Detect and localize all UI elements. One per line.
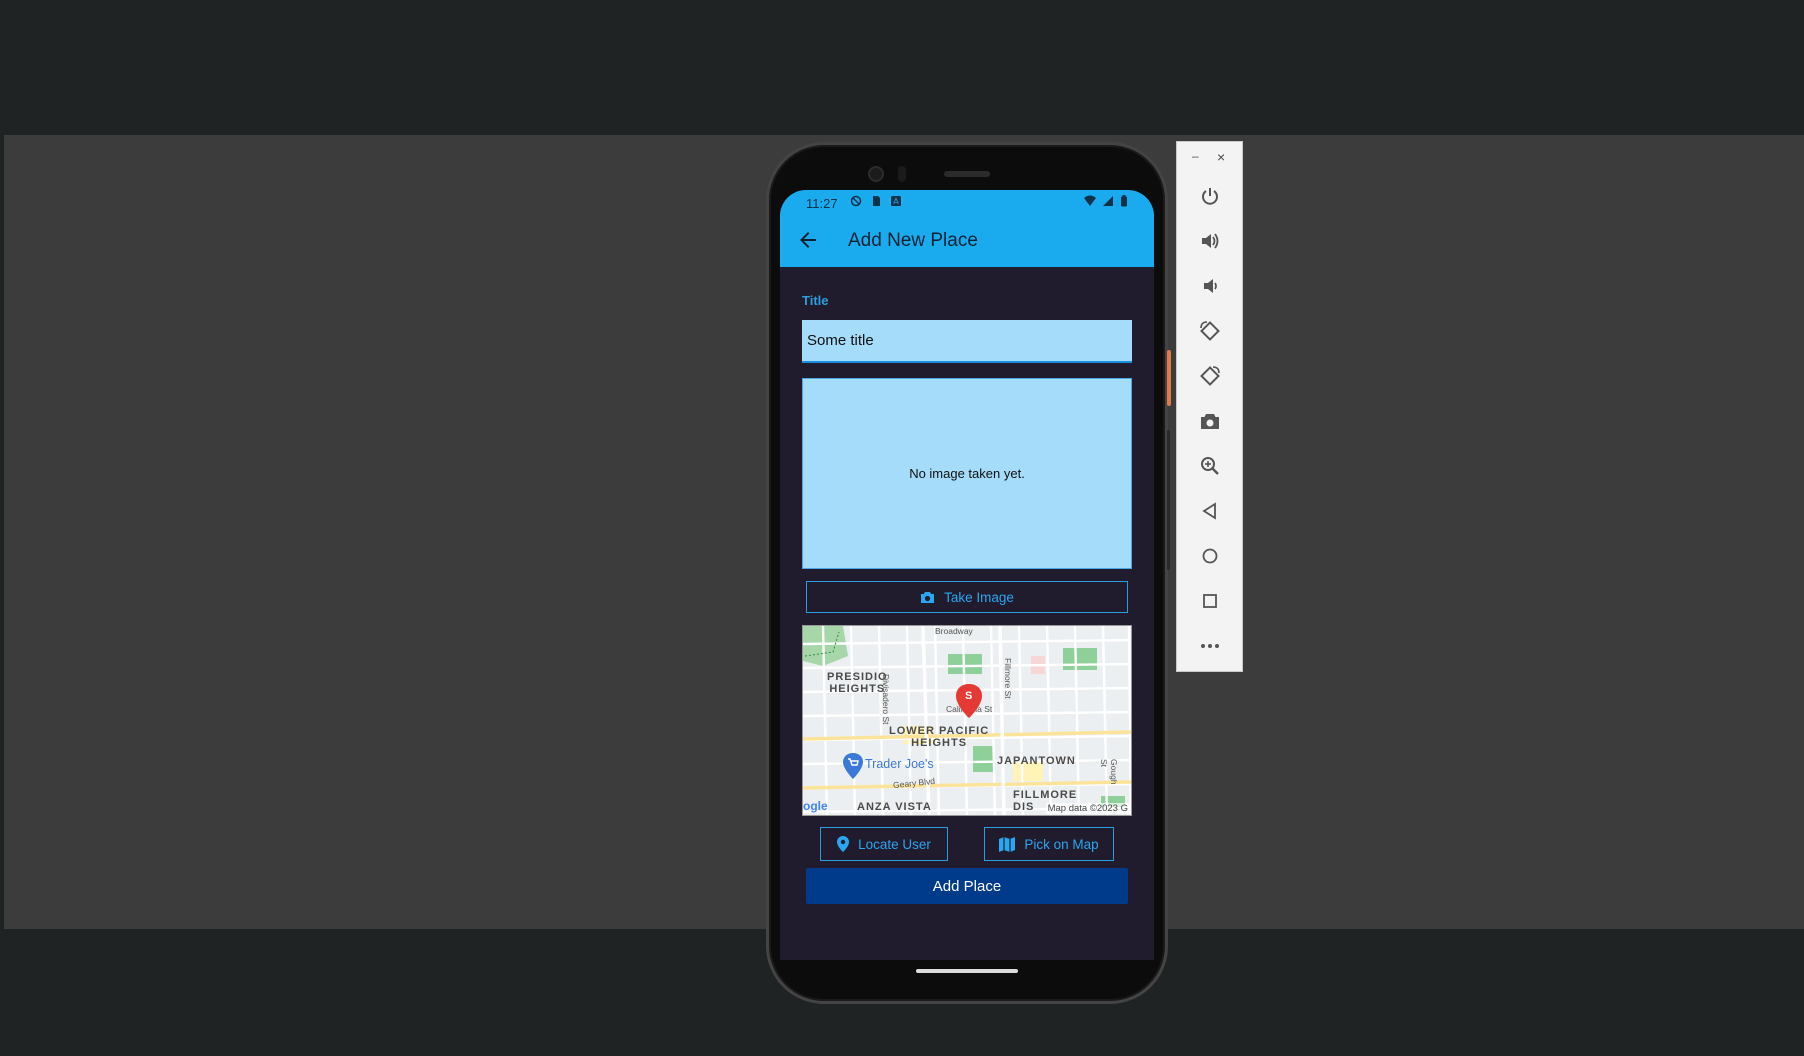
map-poi-trader-joes: Trader Joe's [865, 757, 934, 771]
more-icon [1201, 644, 1219, 648]
phone-power-button [1167, 350, 1171, 406]
proximity-sensor [898, 166, 906, 182]
shopping-pin-icon [843, 753, 863, 779]
map-streets [803, 626, 1131, 815]
phone-screen: 11:27 A Add New Place Title No image tak… [780, 190, 1154, 960]
camera-icon [921, 591, 935, 603]
a-icon: A [891, 196, 901, 206]
earpiece-speaker [944, 171, 990, 177]
power-button[interactable] [1197, 183, 1223, 209]
sd-card-icon [873, 196, 880, 206]
map-label-lower-pacific-heights: LOWER PACIFIC HEIGHTS [889, 725, 990, 749]
nav-overview-button[interactable] [1197, 588, 1223, 614]
status-time: 11:27 [806, 196, 838, 211]
volume-down-icon [1204, 279, 1217, 293]
title-input[interactable] [802, 320, 1132, 363]
map-attribution: Map data ©2023 G [1045, 803, 1130, 814]
location-pin-icon [837, 836, 850, 852]
page-title: Add New Place [848, 230, 978, 251]
google-logo: ogle [803, 799, 828, 813]
signal-icon [1103, 196, 1113, 206]
take-image-button[interactable]: Take Image [806, 581, 1128, 613]
minimize-button[interactable]: – [1192, 149, 1199, 163]
add-place-button[interactable]: Add Place [806, 868, 1128, 904]
volume-up-icon [1202, 233, 1219, 249]
map-label-presidio-heights: PRESIDIO HEIGHTS [827, 671, 888, 695]
volume-up-button[interactable] [1197, 228, 1223, 254]
back-arrow-icon[interactable] [796, 228, 820, 252]
map-street-broadway: Broadway [935, 626, 973, 636]
screenshot-button[interactable] [1197, 408, 1223, 434]
map-label-japantown: JAPANTOWN [997, 755, 1076, 767]
battery-icon [1121, 195, 1127, 207]
close-button[interactable]: × [1217, 149, 1225, 165]
title-field-label: Title [802, 293, 829, 308]
location-map-preview[interactable]: Broadway Divisadero St Fillmore St Calif… [802, 625, 1132, 816]
volume-down-button[interactable] [1197, 273, 1223, 299]
back-icon [1202, 502, 1216, 520]
map-marker-label: S [965, 690, 973, 702]
locate-user-label: Locate User [858, 836, 931, 852]
rotate-right-icon [1200, 366, 1220, 386]
rotate-right-button[interactable] [1197, 363, 1223, 389]
image-placeholder-text: No image taken yet. [909, 466, 1025, 481]
gesture-home-bar[interactable] [916, 969, 1018, 973]
shield-icon [850, 195, 862, 207]
map-icon [999, 836, 1016, 852]
image-preview: No image taken yet. [802, 378, 1132, 569]
map-street-gough: Gough St [1099, 759, 1119, 785]
take-image-label: Take Image [944, 589, 1014, 605]
rotate-left-icon [1200, 321, 1220, 341]
power-icon [1202, 188, 1218, 205]
emulator-toolbar: – × [1176, 141, 1243, 672]
phone-volume-button [1167, 430, 1170, 570]
app-bar: 11:27 A Add New Place [780, 190, 1154, 267]
overview-icon [1203, 594, 1217, 608]
status-bar: 11:27 A [780, 190, 1154, 214]
nav-back-button[interactable] [1197, 498, 1223, 524]
zoom-icon [1201, 457, 1219, 475]
map-label-anza-vista: ANZA VISTA [857, 801, 932, 813]
locate-user-button[interactable]: Locate User [820, 827, 948, 861]
wifi-icon [1084, 195, 1096, 206]
pick-on-map-label: Pick on Map [1024, 836, 1099, 852]
front-camera [868, 166, 884, 182]
map-street-fillmore: Fillmore St [1003, 658, 1013, 699]
home-icon [1202, 548, 1218, 564]
svg-text:A: A [893, 197, 899, 206]
nav-home-button[interactable] [1197, 543, 1223, 569]
zoom-button[interactable] [1197, 453, 1223, 479]
pick-on-map-button[interactable]: Pick on Map [984, 827, 1114, 861]
rotate-left-button[interactable] [1197, 318, 1223, 344]
toolbar-window-controls: – × [1177, 148, 1242, 166]
status-system-icons [1084, 195, 1128, 207]
status-notification-icons: A [850, 195, 902, 207]
more-button[interactable] [1197, 633, 1223, 659]
camera-icon [1201, 414, 1219, 429]
